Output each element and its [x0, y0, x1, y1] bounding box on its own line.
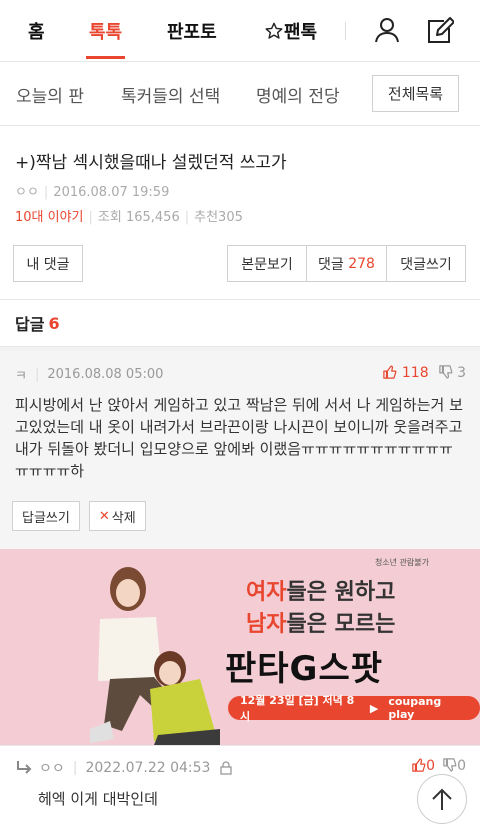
post-button-group: 본문보기 댓글 278 댓글쓰기 — [227, 245, 466, 282]
ad-rating: 청소년 관람불가 — [374, 558, 429, 567]
reply-item: ㅇㅇ | 2022.07.22 04:53 0 0 헤엑 이게 대박인데 — [0, 745, 480, 831]
scroll-to-top-button[interactable] — [417, 774, 467, 824]
top-navigation: 홈 톡톡 판포토 팬톡 — [0, 0, 480, 62]
post-header: +)짝남 섹시했을때나 설렜던적 쓰고가 ㅇㅇ | 2016.08.07 19:59… — [0, 126, 480, 300]
lock-icon — [220, 761, 233, 775]
sub-navigation: 오늘의 판 톡커들의 선택 명예의 전당 전체목록 — [0, 62, 480, 126]
write-icon[interactable] — [424, 16, 455, 50]
recommend-label: 추천 — [194, 210, 219, 225]
delete-button[interactable]: ✕ 삭제 — [88, 501, 146, 531]
reply-body: 헤엑 이게 대박인데 — [38, 790, 158, 808]
tab-fantalk[interactable]: 팬톡 — [264, 18, 317, 44]
comment-body: 피시방에서 난 앉아서 게임하고 있고 짝남은 뒤에 서서 나 게임하는거 보고… — [15, 396, 463, 480]
star-icon — [265, 22, 283, 39]
comment-date: 2016.08.08 05:00 — [47, 367, 164, 382]
comment-item: ㅋ | 2016.08.08 05:00 118 3 피시방에서 난 앉아서 게임하… — [0, 351, 480, 549]
comments-count: 278 — [348, 255, 375, 272]
subnav-talkers-choice[interactable]: 톡커들의 선택 — [121, 82, 220, 107]
post-stats: 10대 이야기 | 조회 165,456 | 추천305 — [15, 210, 243, 225]
ad-logo: 판타G스팟 — [225, 649, 384, 689]
ad-schedule: 12월 23일 [금] 저녁 8시 ▶ coupang play — [228, 694, 480, 723]
comment-downvote[interactable]: 3 — [438, 365, 466, 381]
ad-platform: coupang play — [388, 695, 442, 721]
comment-votes: 118 3 — [383, 365, 466, 381]
reply-arrow-icon — [17, 761, 32, 774]
thumbs-up-icon — [383, 365, 397, 379]
comment-actions: 답글쓰기 ✕ 삭제 — [12, 501, 146, 531]
reply-upvote-count: 0 — [426, 758, 436, 774]
tab-photo[interactable]: 판포토 — [167, 18, 217, 44]
post-actions: 내 댓글 본문보기 댓글 278 댓글쓰기 — [13, 245, 466, 282]
ad-headline-1-rest: 들은 원하고 — [286, 580, 396, 605]
post-meta: ㅇㅇ | 2016.08.07 19:59 — [15, 185, 170, 200]
comment-author[interactable]: ㅋ — [15, 365, 27, 384]
tab-home[interactable]: 홈 — [28, 18, 45, 44]
ad-date: 12월 23일 [금] 저녁 8시 — [240, 694, 355, 723]
view-body-button[interactable]: 본문보기 — [227, 245, 307, 282]
recommend-count: 305 — [218, 210, 243, 225]
my-comments-button[interactable]: 내 댓글 — [13, 245, 83, 282]
reply-votes: 0 0 — [412, 758, 466, 774]
comments-label: 댓글 — [318, 256, 344, 273]
ad-headline-2: 남자들은 모르는 — [246, 606, 395, 638]
views-count: 165,456 — [125, 210, 180, 225]
ad-headline-2-rest: 들은 모르는 — [286, 612, 396, 637]
comments-button[interactable]: 댓글 278 — [307, 245, 387, 282]
ad-headline-2-highlight: 남자 — [246, 612, 287, 637]
divider — [345, 22, 346, 40]
post-author[interactable]: ㅇㅇ — [15, 185, 39, 200]
all-list-button[interactable]: 전체목록 — [372, 75, 459, 112]
arrow-up-icon — [432, 788, 452, 810]
play-icon: ▶ — [369, 701, 379, 715]
views-label: 조회 — [97, 210, 122, 225]
post-category[interactable]: 10대 이야기 — [15, 210, 84, 225]
user-icon[interactable] — [373, 16, 401, 48]
comment-upvote[interactable]: 118 — [383, 365, 429, 381]
post-date: 2016.08.07 19:59 — [53, 185, 170, 200]
reply-meta: ㅇㅇ | 2022.07.22 04:53 — [15, 758, 465, 778]
replies-count: 6 — [48, 313, 60, 333]
reply-button[interactable]: 답글쓰기 — [12, 501, 80, 531]
ad-illustration — [90, 567, 220, 745]
reply-upvote[interactable]: 0 — [412, 758, 435, 774]
ad-banner[interactable]: 청소년 관람불가 여자들은 원하고 남자들은 모르는 판타G스팟 12월 23일… — [0, 549, 480, 745]
reply-downvote-count: 0 — [457, 758, 466, 774]
reply-date: 2022.07.22 04:53 — [85, 760, 211, 776]
thumbs-down-icon — [438, 365, 452, 379]
reply-author[interactable]: ㅇㅇ — [39, 758, 65, 778]
ad-headline-1: 여자들은 원하고 — [246, 574, 395, 606]
subnav-today[interactable]: 오늘의 판 — [16, 82, 84, 107]
thumbs-down-icon — [443, 758, 457, 772]
comment-downvote-count: 3 — [457, 365, 466, 381]
reply-downvote[interactable]: 0 — [443, 758, 466, 774]
write-comment-button[interactable]: 댓글쓰기 — [387, 245, 466, 282]
replies-header: 답글 6 — [0, 300, 480, 347]
tab-talk[interactable]: 톡톡 — [85, 18, 126, 59]
post-title: +)짝남 섹시했을때나 설렜던적 쓰고가 — [15, 153, 287, 173]
subnav-hall-of-fame[interactable]: 명예의 전당 — [256, 82, 340, 107]
ad-headline-1-highlight: 여자 — [246, 580, 287, 605]
delete-label: 삭제 — [111, 510, 136, 526]
tab-fantalk-label: 팬톡 — [284, 22, 318, 43]
comment-upvote-count: 118 — [401, 365, 429, 381]
close-icon: ✕ — [98, 508, 110, 524]
replies-label: 답글 — [15, 315, 45, 334]
thumbs-up-icon — [412, 758, 426, 772]
